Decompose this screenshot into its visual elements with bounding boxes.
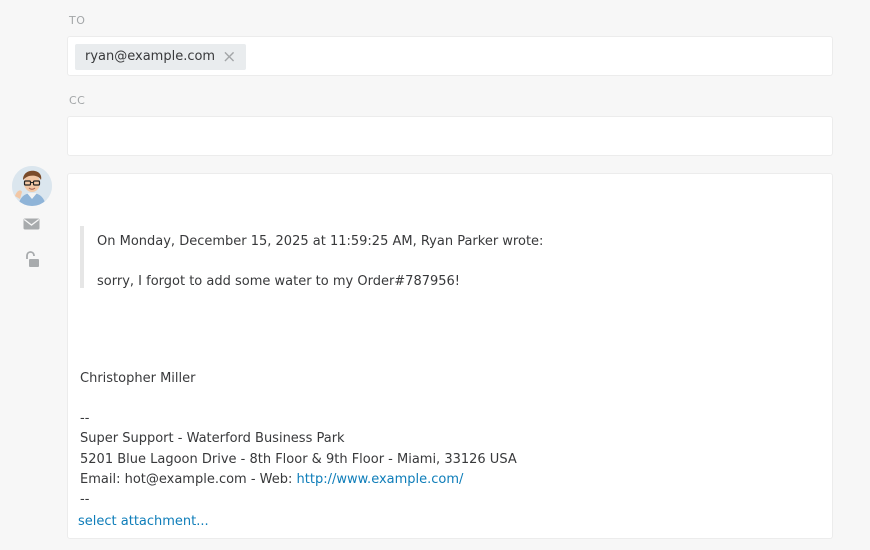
signature-contact-prefix: Email: hot@example.com - Web: bbox=[80, 472, 297, 487]
remove-recipient-icon[interactable]: × bbox=[222, 48, 236, 66]
recipient-token[interactable]: ryan@example.com × bbox=[75, 44, 247, 70]
cc-field[interactable] bbox=[67, 116, 833, 156]
signature-contact: Email: hot@example.com - Web: http://www… bbox=[80, 471, 463, 489]
select-attachment-link[interactable]: select attachment... bbox=[78, 513, 209, 531]
signature-web-link[interactable]: http://www.example.com/ bbox=[297, 472, 464, 487]
recipient-email: ryan@example.com bbox=[85, 49, 216, 64]
quote-body: sorry, I forgot to add some water to my … bbox=[97, 274, 461, 289]
message-editor[interactable]: On Monday, December 15, 2025 at 11:59:25… bbox=[67, 173, 833, 539]
unlock-icon[interactable] bbox=[24, 251, 40, 272]
signature-name: Christopher Miller bbox=[80, 371, 196, 386]
signature-company: Super Support - Waterford Business Park bbox=[80, 431, 345, 446]
quote-header: On Monday, December 15, 2025 at 11:59:25… bbox=[97, 234, 544, 249]
to-field[interactable]: ryan@example.com × bbox=[67, 36, 833, 76]
to-label: TO bbox=[69, 14, 86, 27]
email-icon[interactable] bbox=[23, 216, 40, 235]
signature-address: 5201 Blue Lagoon Drive - 8th Floor & 9th… bbox=[80, 452, 517, 467]
cc-label: CC bbox=[69, 94, 86, 107]
signature-separator-bottom: -- bbox=[80, 492, 90, 507]
avatar[interactable] bbox=[12, 166, 52, 206]
signature-separator-top: -- bbox=[80, 411, 90, 426]
quoted-message: On Monday, December 15, 2025 at 11:59:25… bbox=[80, 226, 680, 289]
